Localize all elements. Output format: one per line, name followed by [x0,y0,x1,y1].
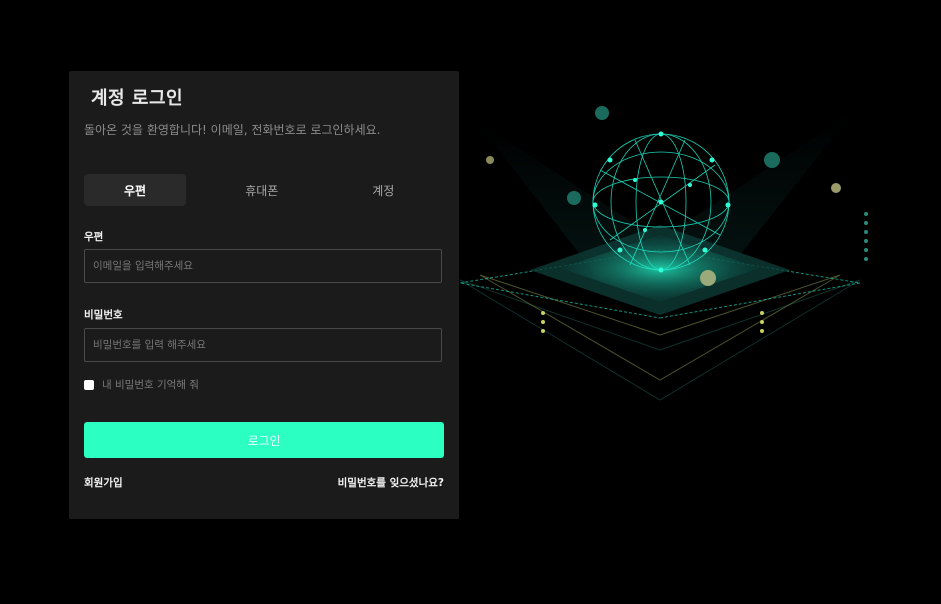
page-subtitle: 돌아온 것을 환영합니다! 이메일, 전화번호로 로그인하세요. [84,123,381,137]
password-label: 비밀번호 [84,309,123,321]
login-method-tabs: 우편 휴대폰 계정 [84,174,444,206]
tab-account[interactable]: 계정 [323,174,445,206]
tab-phone[interactable]: 휴대폰 [201,174,323,206]
network-sphere-illustration [460,106,868,401]
email-label: 우편 [84,231,104,243]
tab-email[interactable]: 우편 [84,174,186,206]
login-panel: 계정 로그인 돌아온 것을 환영합니다! 이메일, 전화번호로 로그인하세요. … [69,71,459,519]
login-button[interactable]: 로그인 [84,422,444,458]
page-title: 계정 로그인 [91,88,184,109]
signup-link[interactable]: 회원가입 [84,475,123,490]
remember-checkbox[interactable] [84,379,94,390]
email-field[interactable] [84,249,442,283]
forgot-password-link[interactable]: 비밀번호를 잊으셨나요? [338,475,444,490]
remember-me: 내 비밀번호 기억해 줘 [84,377,199,392]
remember-label: 내 비밀번호 기억해 줘 [102,379,199,391]
password-field[interactable] [84,328,442,362]
